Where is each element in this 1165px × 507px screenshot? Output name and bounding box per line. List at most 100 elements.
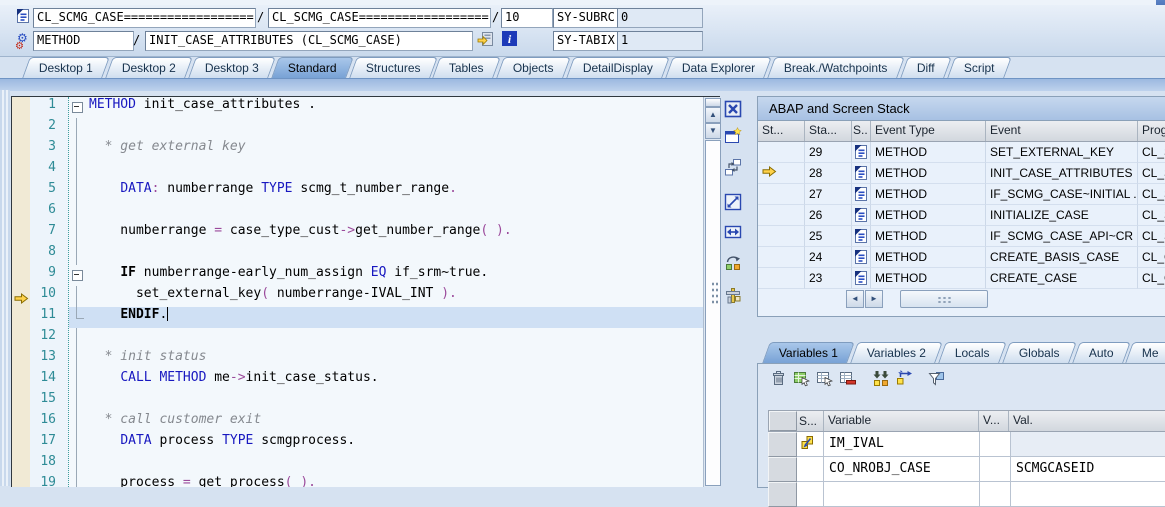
- swap-sessions-icon[interactable]: [724, 158, 744, 178]
- code-line[interactable]: * call customer exit: [69, 412, 703, 433]
- code-line[interactable]: [69, 118, 703, 139]
- tab-desktop-2[interactable]: Desktop 2: [105, 57, 193, 78]
- maximize-icon[interactable]: [724, 193, 744, 213]
- code-line[interactable]: numberrange = case_type_cust->get_number…: [69, 223, 703, 244]
- fold-minus-icon[interactable]: [72, 270, 83, 281]
- fit-width-icon[interactable]: [724, 223, 744, 243]
- vars-tab-me[interactable]: Me: [1126, 342, 1165, 363]
- scroll-right-icon[interactable]: ►: [865, 290, 883, 308]
- code-line[interactable]: METHOD init_case_attributes .: [69, 97, 703, 118]
- stack-level: 28: [805, 163, 852, 184]
- scroll-down-icon[interactable]: ▼: [705, 123, 721, 139]
- tab-diff[interactable]: Diff: [900, 57, 951, 78]
- insert-variables-icon[interactable]: [872, 370, 890, 388]
- scroll-thumb[interactable]: [900, 290, 988, 308]
- fold-toggle-icon[interactable]: [69, 265, 89, 286]
- variable-row[interactable]: CO_NROBJ_CASE SCMGCASEID: [768, 457, 1165, 482]
- code-line[interactable]: [69, 244, 703, 265]
- sy-tabix-label-field[interactable]: SY-TABIX: [553, 31, 619, 51]
- code-line[interactable]: set_external_key( numberrange-IVAL_INT )…: [69, 286, 703, 307]
- reload-layout-icon[interactable]: [724, 253, 744, 273]
- tab-tables[interactable]: Tables: [433, 57, 501, 78]
- line-number: 2: [30, 118, 68, 139]
- row-selector-cell[interactable]: [768, 432, 797, 457]
- tab-objects[interactable]: Objects: [496, 57, 570, 78]
- stack-row[interactable]: 29METHODSET_EXTERNAL_KEYCL_SCMG: [758, 142, 1165, 163]
- code-line[interactable]: [69, 328, 703, 349]
- code-line[interactable]: DATA process TYPE scmgprocess.: [69, 433, 703, 454]
- goto-statement-icon[interactable]: [477, 31, 495, 49]
- display-table-icon[interactable]: [816, 370, 834, 388]
- code-line[interactable]: [69, 391, 703, 412]
- code-line[interactable]: DATA: numberrange TYPE scmg_t_number_ran…: [69, 181, 703, 202]
- fold-bar: [76, 370, 77, 391]
- sy-subrc-label-field[interactable]: SY-SUBRC: [553, 8, 619, 28]
- code-line[interactable]: [69, 454, 703, 475]
- new-session-icon[interactable]: [724, 127, 744, 147]
- code-line[interactable]: * init status: [69, 349, 703, 370]
- tab-label: Data Explorer: [682, 58, 755, 78]
- code-area[interactable]: METHOD init_case_attributes . * get exte…: [69, 97, 703, 487]
- tab-script[interactable]: Script: [947, 57, 1011, 78]
- split-handle[interactable]: [705, 98, 721, 107]
- stack-row[interactable]: 28METHODINIT_CASE_ATTRIBUTESCL_SCMG: [758, 163, 1165, 184]
- code-line[interactable]: IF numberrange-early_num_assign EQ if_sr…: [69, 265, 703, 286]
- tab-detaildisplay[interactable]: DetailDisplay: [566, 57, 670, 78]
- vars-tab-auto[interactable]: Auto: [1072, 342, 1130, 363]
- scroll-thumb[interactable]: [705, 140, 721, 486]
- scroll-left-icon[interactable]: ◄: [846, 290, 864, 308]
- row-selector-cell[interactable]: [768, 457, 797, 482]
- stack-row[interactable]: 23METHODCREATE_CASECL_CRM_: [758, 268, 1165, 289]
- main-program-field[interactable]: CL_SCMG_CASE==================...: [33, 8, 256, 28]
- splitter-grip[interactable]: [711, 281, 718, 305]
- code-editor[interactable]: 12345678910111213141516171819 METHOD ini…: [11, 96, 720, 487]
- code-line[interactable]: [69, 160, 703, 181]
- info-icon[interactable]: i: [502, 31, 520, 49]
- tab-standard[interactable]: Standard: [271, 57, 353, 78]
- stack-row[interactable]: 26METHODINITIALIZE_CASECL_SCMG: [758, 205, 1165, 226]
- code-line[interactable]: ENDIF.: [69, 307, 703, 328]
- close-split-icon[interactable]: [724, 100, 744, 120]
- tab-data-explorer[interactable]: Data Explorer: [665, 57, 772, 78]
- include-field[interactable]: CL_SCMG_CASE==================...: [268, 8, 491, 28]
- delete-icon[interactable]: [770, 370, 788, 388]
- edit-table-icon[interactable]: [793, 370, 811, 388]
- fold-minus-icon[interactable]: [72, 102, 83, 113]
- vars-tab-variables-2[interactable]: Variables 2: [850, 342, 943, 363]
- variable-value-cell[interactable]: [1011, 432, 1165, 457]
- fold-toggle-icon[interactable]: [69, 97, 89, 118]
- tab-desktop-1[interactable]: Desktop 1: [22, 57, 110, 78]
- vars-tab-locals[interactable]: Locals: [938, 342, 1006, 363]
- event-type-field[interactable]: METHOD: [33, 31, 134, 51]
- stack-row[interactable]: 24METHODCREATE_BASIS_CASECL_CRM_: [758, 247, 1165, 268]
- variable-value-cell[interactable]: SCMGCASEID: [1011, 457, 1165, 482]
- code-line[interactable]: process = get_process( ).: [69, 475, 703, 487]
- code-text: METHOD init_case_attributes .: [89, 97, 316, 118]
- scroll-up-icon[interactable]: ▲: [705, 107, 721, 123]
- variable-type-cell[interactable]: [980, 457, 1011, 482]
- code-line[interactable]: [69, 202, 703, 223]
- remove-row-icon[interactable]: [839, 370, 857, 388]
- code-line[interactable]: * get external key: [69, 139, 703, 160]
- filter-icon[interactable]: [928, 370, 946, 388]
- variable-type-cell[interactable]: [980, 432, 1011, 457]
- tab-break-watchpoints[interactable]: Break./Watchpoints: [767, 57, 904, 78]
- tab-desktop-3[interactable]: Desktop 3: [188, 57, 276, 78]
- stack-event: IF_SCMG_CASE_API~CR ...: [986, 226, 1138, 247]
- code-text: process = get_process( ).: [89, 475, 316, 487]
- stack-row[interactable]: 25METHODIF_SCMG_CASE_API~CR ...CL_SCMG: [758, 226, 1165, 247]
- code-text: ENDIF.: [89, 307, 167, 328]
- code-line[interactable]: CALL METHOD me->init_case_status.: [69, 370, 703, 391]
- variable-name-cell[interactable]: IM_IVAL: [824, 432, 980, 457]
- tools-icon[interactable]: [724, 287, 744, 307]
- breakpoint-margin[interactable]: [12, 97, 31, 487]
- swap-variables-icon[interactable]: [895, 370, 913, 388]
- vars-tab-globals[interactable]: Globals: [1002, 342, 1076, 363]
- variable-row[interactable]: IM_IVAL: [768, 432, 1165, 457]
- tab-structures[interactable]: Structures: [349, 57, 437, 78]
- stack-row[interactable]: 27METHODIF_SCMG_CASE~INITIAL ...CL_SCMG: [758, 184, 1165, 205]
- line-number-field[interactable]: 10: [501, 8, 553, 28]
- vars-tab-variables-1[interactable]: Variables 1: [762, 342, 855, 363]
- variable-name-cell[interactable]: CO_NROBJ_CASE: [824, 457, 980, 482]
- event-field[interactable]: INIT_CASE_ATTRIBUTES (CL_SCMG_CASE): [145, 31, 473, 51]
